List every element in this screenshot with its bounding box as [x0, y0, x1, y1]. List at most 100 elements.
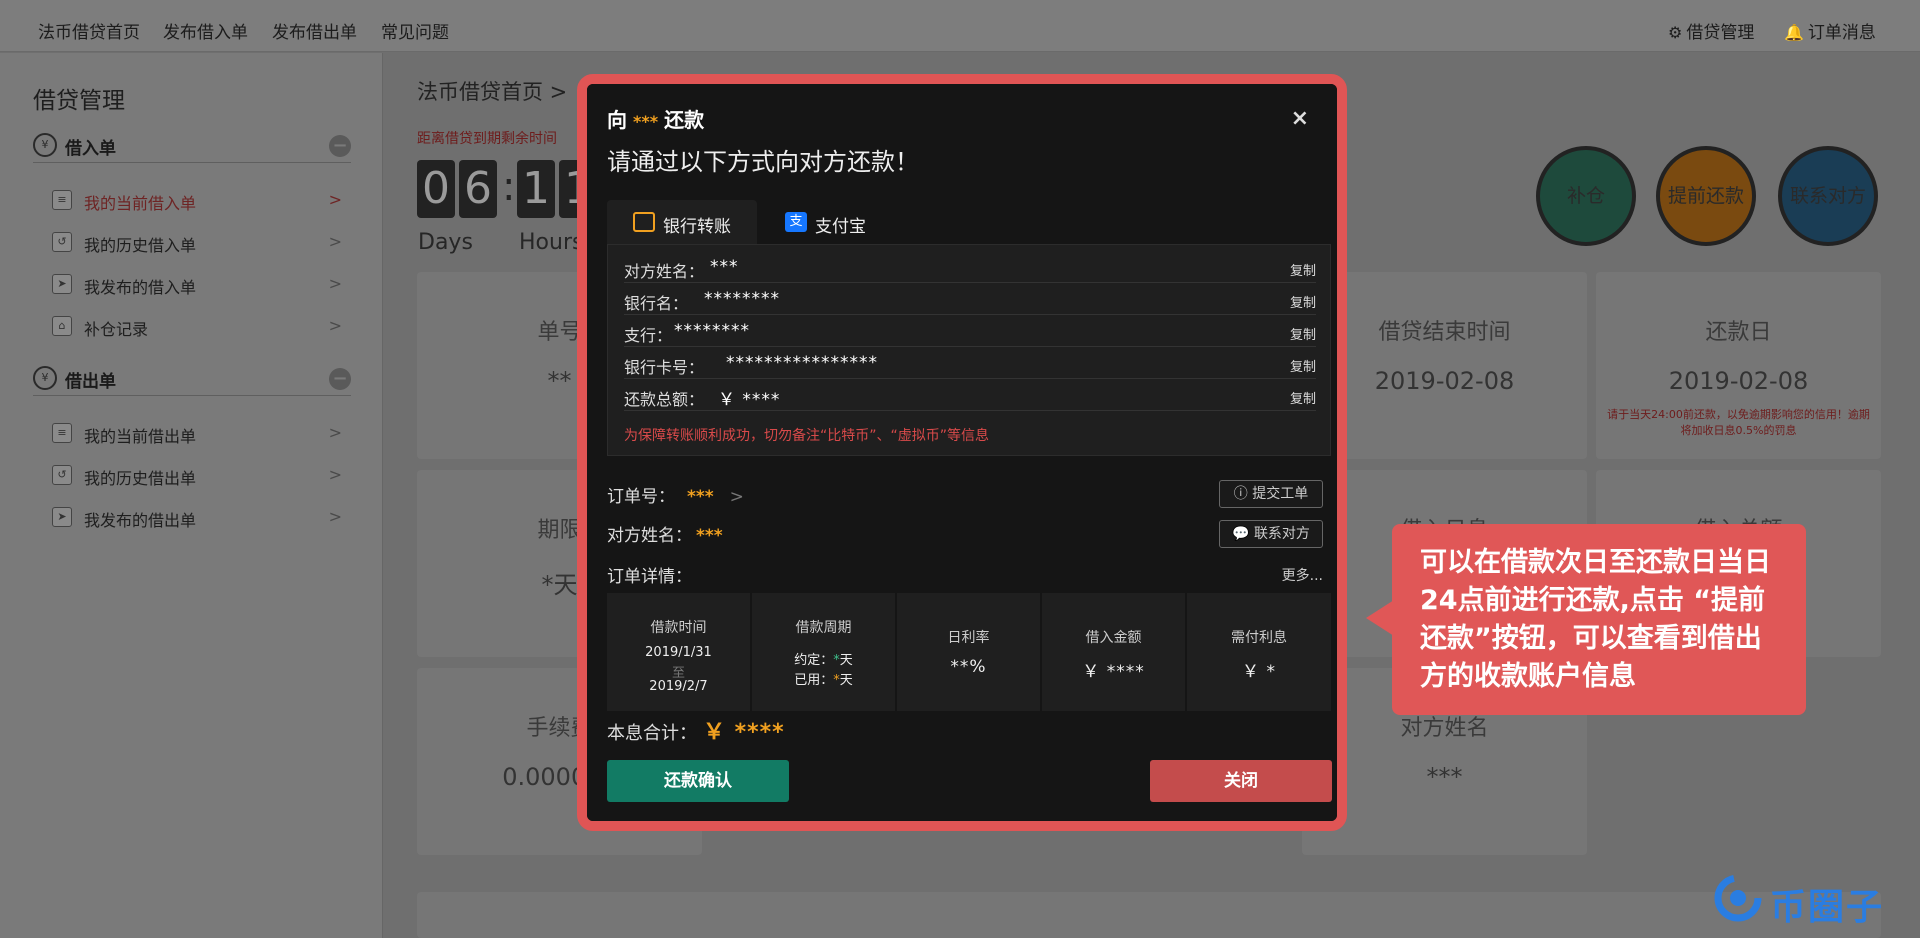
order-detail-grid: 借款时间 2019/1/31 至 2019/2/7 借款周期 约定：*天 已用：… — [607, 593, 1331, 711]
tab-label: 支付宝 — [815, 217, 866, 237]
sidebar: 借贷管理 ¥ 借入单 − ≡ 我的当前借入单 > ↺ 我的历史借入单 > ➤ 我… — [0, 53, 383, 938]
close-icon[interactable]: × — [1291, 106, 1309, 131]
sidebar-item-history-lend[interactable]: ↺ 我的历史借出单 > — [52, 461, 342, 491]
bell-icon: 🔔 — [1784, 23, 1804, 42]
nav-order-messages[interactable]: 🔔 订单消息 — [1784, 18, 1876, 43]
row-label: 对方姓名： — [624, 262, 705, 281]
history-icon: ↺ — [52, 465, 72, 485]
row-value: ******** — [704, 289, 780, 309]
info-row-total: 还款总额： ￥ **** 复制 — [624, 379, 1316, 411]
nav-faq[interactable]: 常见问题 — [381, 18, 449, 43]
row-value: ￥ **** — [718, 390, 781, 410]
countdown-digit: 1 — [517, 160, 555, 218]
countdown-digit: 6 — [459, 160, 497, 218]
sidebar-group-lend[interactable]: ¥ 借出单 − — [33, 362, 351, 396]
modal-title-prefix: 向 — [607, 108, 627, 132]
copy-button[interactable]: 复制 — [1290, 356, 1316, 375]
copy-button[interactable]: 复制 — [1290, 324, 1316, 343]
nav-loan-manage[interactable]: ⚙ 借贷管理 — [1668, 18, 1754, 43]
copy-button[interactable]: 复制 — [1290, 260, 1316, 279]
watermark-swirl-icon — [1714, 874, 1762, 922]
order-detail-label: 订单详情： — [607, 567, 692, 587]
detail-value: **% — [950, 657, 987, 677]
row-label: 银行名： — [624, 294, 689, 313]
info-row-name: 对方姓名： *** 复制 — [624, 251, 1316, 283]
card-label: 还款日 — [1705, 320, 1772, 345]
collapse-icon[interactable]: − — [329, 368, 351, 390]
chevron-right-icon: > — [328, 423, 342, 442]
copy-button[interactable]: 复制 — [1290, 292, 1316, 311]
chevron-right-icon: > — [328, 274, 342, 293]
detail-head: 借入金额 — [1085, 630, 1142, 646]
detail-agreed: 约定：*天 — [752, 649, 895, 668]
countdown-digit: 0 — [417, 160, 455, 218]
top-up-button[interactable]: 补仓 — [1536, 146, 1636, 246]
countdown-label: 距离借贷到期剩余时间 — [417, 131, 557, 147]
collapse-icon[interactable]: − — [329, 135, 351, 157]
tab-bank-transfer[interactable]: 银行转账 — [607, 200, 757, 244]
sidebar-item-margin-record[interactable]: ⌂ 补仓记录 > — [52, 312, 342, 342]
nav-publish-lend[interactable]: 发布借出单 — [272, 18, 357, 43]
detail-cell-daily-rate: 日利率 **% — [897, 593, 1040, 711]
breadcrumb[interactable]: 法币借贷首页 > — [417, 76, 567, 106]
detail-time-end: 2019/2/7 — [649, 679, 708, 694]
nav-publish-borrow[interactable]: 发布借入单 — [163, 18, 248, 43]
confirm-repay-button[interactable]: 还款确认 — [607, 760, 789, 802]
close-modal-button[interactable]: 关闭 — [1150, 760, 1332, 802]
contact-counterparty-button[interactable]: 联系对方 — [1778, 146, 1878, 246]
contact-label: 联系对方 — [1253, 526, 1310, 542]
detail-used: 已用：*天 — [752, 669, 895, 688]
copy-button[interactable]: 复制 — [1290, 388, 1316, 407]
card-value: 2019-02-08 — [1668, 367, 1809, 395]
callout-pointer — [1366, 600, 1394, 636]
total-label: 本息合计： — [607, 723, 697, 744]
chevron-right-icon: > — [328, 190, 342, 209]
detail-time-start: 2019/1/31 — [645, 645, 712, 660]
countdown-unit-hours: Hours — [519, 230, 584, 255]
more-link[interactable]: 更多... — [1282, 565, 1323, 585]
chevron-right-icon: > — [328, 465, 342, 484]
early-repay-button[interactable]: 提前还款 — [1656, 146, 1756, 246]
document-icon: ≡ — [52, 423, 72, 443]
contact-counterparty-small-button[interactable]: 💬 联系对方 — [1219, 520, 1323, 548]
repay-modal-highlight: 向 *** 还款 × 请通过以下方式向对方还款！ 银行转账 支 支付宝 对方姓名： … — [577, 74, 1347, 831]
bottom-panel — [417, 892, 1881, 938]
sidebar-group-borrow[interactable]: ¥ 借入单 − — [33, 129, 351, 163]
detail-cell-interest: 需付利息 ￥ * — [1187, 593, 1331, 711]
counterparty-name: 对方姓名： *** — [607, 521, 723, 546]
bank-info-panel: 对方姓名： *** 复制 银行名： ******** 复制 支行： ******… — [607, 244, 1331, 456]
chevron-right-icon: > — [328, 316, 342, 335]
nav-loan-manage-label: 借贷管理 — [1686, 23, 1755, 43]
sidebar-item-published-borrow[interactable]: ➤ 我发布的借入单 > — [52, 270, 342, 300]
sidebar-item-label: 我发布的借出单 — [84, 511, 197, 530]
modal-title: 向 *** 还款 — [607, 104, 704, 133]
document-icon: ≡ — [52, 190, 72, 210]
sidebar-item-label: 我发布的借入单 — [84, 278, 197, 297]
detail-cell-period: 借款周期 约定：*天 已用：*天 — [752, 593, 895, 711]
history-icon: ↺ — [52, 232, 72, 252]
sidebar-item-published-lend[interactable]: ➤ 我发布的借出单 > — [52, 503, 342, 533]
total-value: ￥ **** — [703, 720, 785, 745]
chevron-right-icon[interactable]: > — [730, 487, 744, 507]
sidebar-item-history-borrow[interactable]: ↺ 我的历史借入单 > — [52, 228, 342, 258]
sidebar-item-label: 我的当前借出单 — [84, 427, 197, 446]
sidebar-item-current-lend[interactable]: ≡ 我的当前借出单 > — [52, 419, 342, 449]
nav-home[interactable]: 法币借贷首页 — [38, 18, 140, 43]
gear-icon: ⚙ — [1668, 23, 1683, 42]
info-row-card-no: 银行卡号： **************** 复制 — [624, 347, 1316, 379]
detail-head: 需付利息 — [1231, 630, 1287, 646]
sidebar-item-label: 补仓记录 — [84, 320, 149, 339]
day-unit: 天 — [839, 653, 853, 668]
sidebar-item-current-borrow[interactable]: ≡ 我的当前借入单 > — [52, 186, 342, 216]
tip-callout: 可以在借款次日至还款日当日24点前进行还款,点击 “提前还款”按钮，可以查看到借… — [1392, 524, 1806, 715]
send-icon: ➤ — [52, 274, 72, 294]
agreed-label: 约定： — [794, 653, 834, 668]
lend-group-icon: ¥ — [33, 366, 57, 390]
row-value: ******** — [674, 321, 750, 341]
send-icon: ➤ — [52, 507, 72, 527]
home-icon: ⌂ — [52, 316, 72, 336]
submit-ticket-button[interactable]: ⓘ 提交工单 — [1219, 480, 1323, 508]
detail-value: ￥ **** — [1082, 662, 1145, 682]
order-number: 订单号： *** > — [607, 482, 744, 507]
tab-alipay[interactable]: 支 支付宝 — [759, 200, 889, 244]
